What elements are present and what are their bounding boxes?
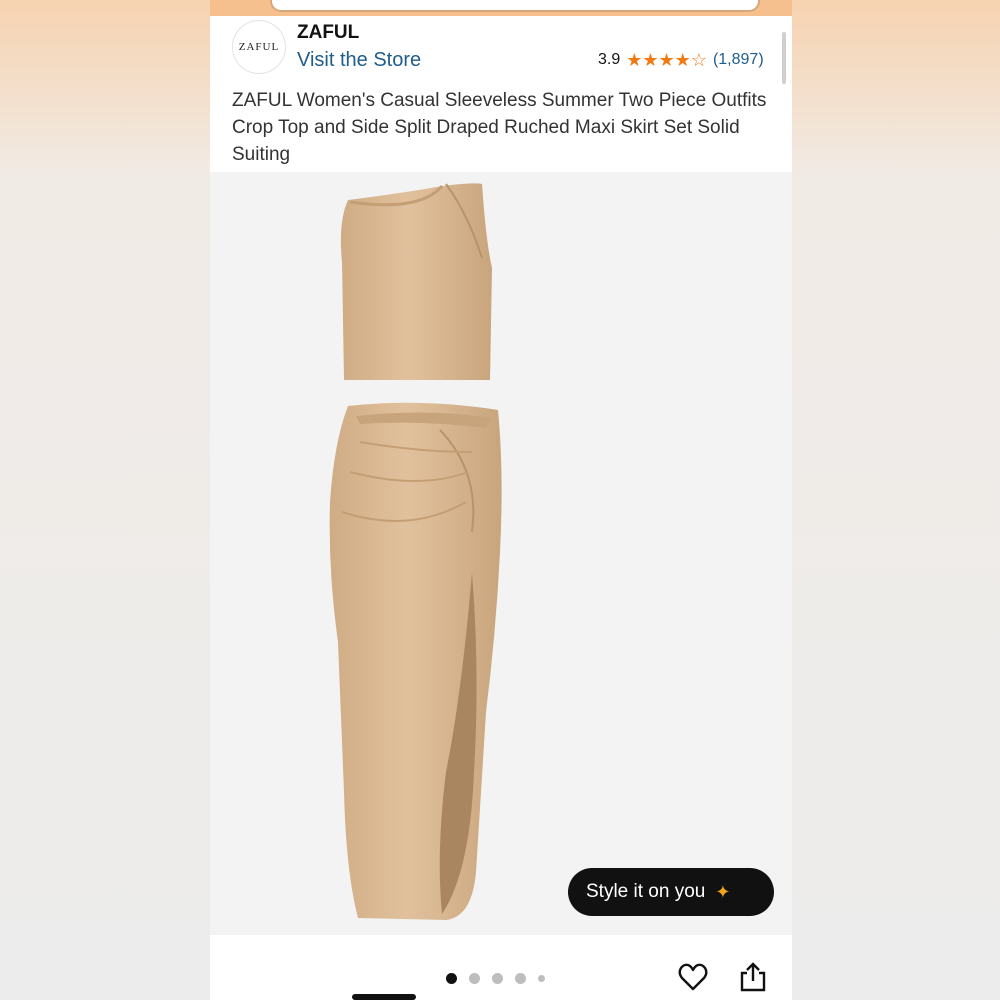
style-it-on-you-button[interactable]: Style it on you ✦ — [568, 868, 774, 916]
star-icon: ★ — [658, 50, 675, 70]
phone-screen: ZAFUL ZAFUL Visit the Store 3.9 ★ ★ ★ ★ … — [210, 0, 792, 1000]
share-icon[interactable] — [738, 961, 768, 993]
visit-store-link[interactable]: Visit the Store — [297, 49, 421, 72]
heart-icon[interactable] — [677, 961, 709, 993]
top-bar — [210, 0, 792, 16]
page-dot[interactable] — [469, 973, 480, 984]
rating[interactable]: 3.9 ★ ★ ★ ★ ☆ (1,897) — [598, 51, 764, 69]
page-dot[interactable] — [515, 973, 526, 984]
crop-top — [340, 183, 492, 380]
brand-logo[interactable]: ZAFUL — [232, 20, 286, 74]
home-indicator — [352, 994, 416, 1000]
page-dot[interactable] — [492, 973, 503, 984]
image-pagination[interactable] — [446, 973, 545, 984]
background-right — [792, 0, 1000, 1000]
star-empty-icon: ☆ — [690, 50, 707, 70]
product-photo — [329, 183, 502, 920]
rating-value: 3.9 — [598, 51, 621, 68]
background-left — [0, 0, 210, 1000]
search-bar[interactable] — [270, 0, 760, 12]
star-icon: ★ — [674, 50, 691, 70]
style-it-on-you-label: Style it on you — [586, 881, 706, 902]
product-image[interactable]: Style it on you ✦ — [210, 172, 792, 935]
star-icon: ★ — [626, 50, 643, 70]
rating-stars: ★ ★ ★ ★ ☆ — [626, 51, 707, 69]
product-title: ZAFUL Women's Casual Sleeveless Summer T… — [232, 90, 767, 165]
brand-name: ZAFUL — [297, 22, 360, 43]
sparkle-icon: ✦ — [715, 881, 731, 902]
page-dot[interactable] — [538, 975, 545, 982]
brand-logo-text: ZAFUL — [238, 41, 280, 53]
review-count[interactable]: (1,897) — [713, 51, 764, 69]
star-icon: ★ — [642, 50, 659, 70]
scroll-indicator — [782, 32, 786, 84]
page-dot[interactable] — [446, 973, 457, 984]
